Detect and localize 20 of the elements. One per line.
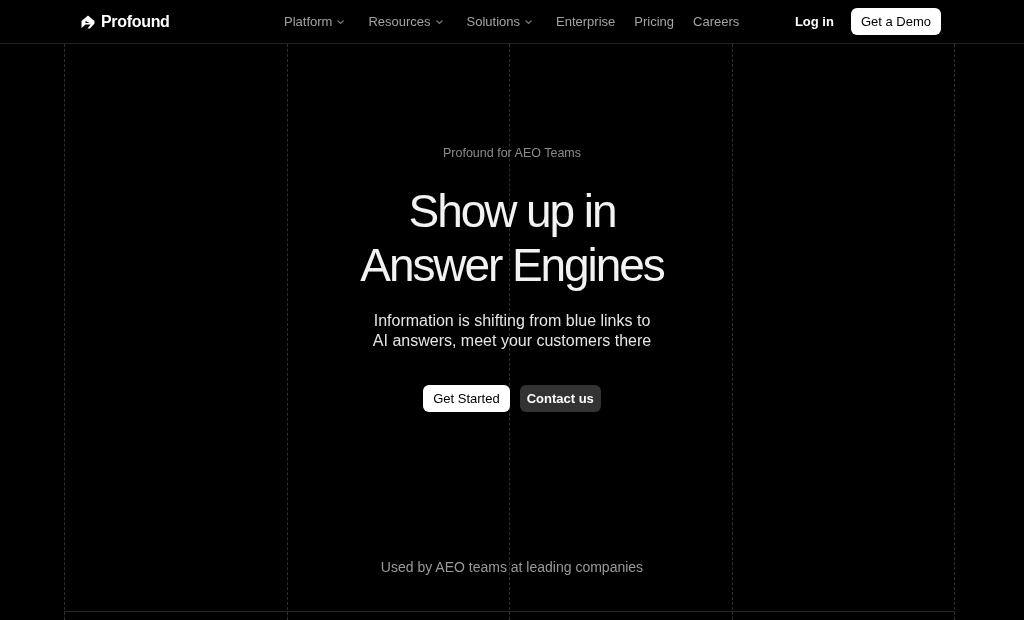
nav-link[interactable]: Resources: [368, 11, 443, 32]
contact-button[interactable]: Contact us: [519, 384, 601, 412]
customers-caption: Used by AEO teams at leading companies: [380, 557, 644, 577]
nav-link[interactable]: Solutions: [466, 11, 533, 32]
demo-button[interactable]: Get a Demo: [850, 8, 941, 35]
get-started-button[interactable]: Get Started: [423, 384, 510, 412]
nav-link[interactable]: Platform: [284, 11, 345, 32]
hero-heading: Answer Engines: [360, 237, 664, 292]
chevron-down-icon: [525, 19, 533, 24]
login-link[interactable]: Log in: [794, 11, 834, 32]
brand-logo-text[interactable]: Profound: [101, 9, 170, 34]
nav-link[interactable]: Pricing: [634, 11, 675, 32]
hero-heading: Show up in: [408, 183, 616, 238]
nav-link[interactable]: Careers: [693, 11, 740, 32]
hero-eyebrow: Profound for AEO Teams: [442, 145, 581, 162]
nav-link[interactable]: Enterprise: [556, 11, 616, 32]
chevron-down-icon: [337, 19, 345, 24]
logo-icon: [81, 14, 95, 29]
chevron-down-icon: [435, 19, 443, 24]
hero-subtitle: Information is shifting from blue links to AI answers, meet your customers there: [371, 310, 653, 351]
